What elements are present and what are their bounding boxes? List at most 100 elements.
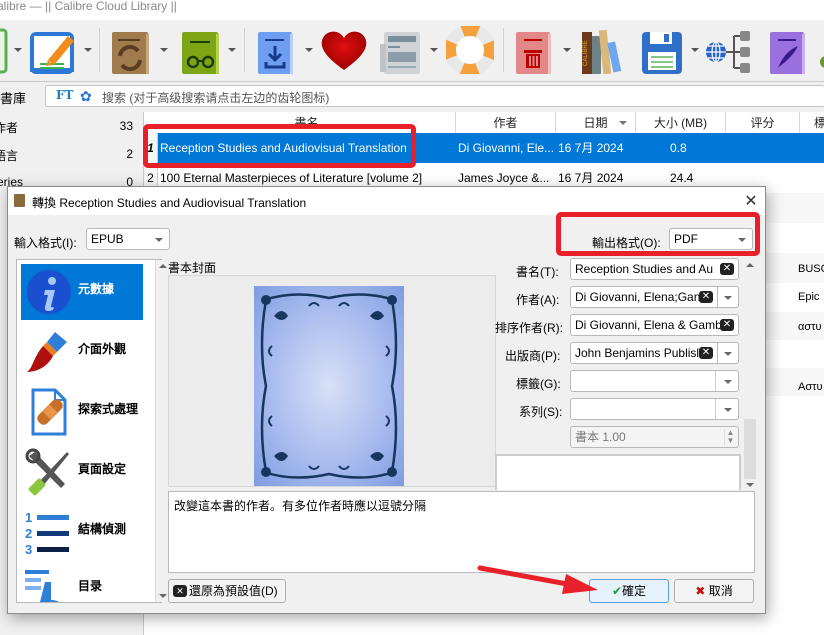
column-header-author[interactable]: 作者 <box>456 112 556 134</box>
clear-icon[interactable]: ✕ <box>720 319 734 331</box>
series-index-spinbox[interactable]: 書本 1.00 ▲ ▼ <box>570 426 739 448</box>
publisher-dropdown-button[interactable] <box>717 342 739 364</box>
tools-icon <box>25 448 73 496</box>
toc-icon <box>25 568 73 602</box>
view-book-icon[interactable] <box>180 26 226 74</box>
toolbar-separator <box>99 28 100 72</box>
column-header-date-label: 日期 <box>583 116 608 130</box>
edit-metadata-icon[interactable] <box>30 26 76 74</box>
book-cover-image[interactable] <box>254 286 404 486</box>
cell-date: 16 7月 2024 <box>558 141 624 155</box>
dialog-title: 轉換 Reception Studies and Audiovisual Tra… <box>32 196 307 210</box>
tweak-icon[interactable] <box>818 26 824 74</box>
cell-tags: Αστυ <box>798 381 823 393</box>
save-to-disk-dropdown[interactable] <box>691 48 699 52</box>
annotation-arrow-icon <box>477 565 598 594</box>
nav-scrollbar[interactable] <box>155 260 169 602</box>
column-header-tags[interactable]: 標 <box>800 112 824 134</box>
conversion-sections-list: 元數據 介面外觀 探索式處理 頁面設定 123 結構偵測 目录 <box>16 259 169 603</box>
library-icon[interactable]: CALIBRE <box>580 26 626 75</box>
download-icon[interactable] <box>256 26 302 74</box>
cell-tags: Epic <box>798 291 820 303</box>
library-label: 書庫 <box>0 91 27 106</box>
view-book-dropdown[interactable] <box>228 48 236 52</box>
svg-text:CALIBRE: CALIBRE <box>583 40 589 66</box>
scroll-down-icon[interactable] <box>746 483 754 487</box>
cover-frame <box>168 275 496 487</box>
publisher-input[interactable]: John Benjamins Publisl ✕ <box>570 342 718 364</box>
toolbar-separator <box>503 28 504 72</box>
title-input[interactable]: Reception Studies and Au ✕ <box>570 258 739 280</box>
author-value: Di Giovanni, Elena;Gan <box>575 290 701 304</box>
help-description: 改變這本書的作者。有多位作者時應以逗號分隔 <box>168 491 755 573</box>
scroll-up-icon[interactable] <box>159 264 167 268</box>
comments-box[interactable] <box>495 454 741 490</box>
save-to-disk-icon[interactable] <box>640 26 686 74</box>
help-icon[interactable] <box>444 23 496 76</box>
input-format-select[interactable]: EPUB <box>86 228 170 250</box>
highlight-annotation <box>143 124 416 168</box>
series-index-value: 書本 1.00 <box>575 430 626 444</box>
close-icon[interactable]: ✕ <box>741 191 761 211</box>
nav-item-toc[interactable]: 目录 <box>21 564 143 602</box>
nav-item-metadata[interactable]: 元數據 <box>21 264 143 320</box>
cover-label: 書本封面 <box>168 261 217 275</box>
series-input[interactable] <box>570 398 739 420</box>
tag-category-authors[interactable]: 作者 33 <box>0 114 138 138</box>
chevron-down-icon[interactable] <box>724 380 732 384</box>
edit-book-icon[interactable] <box>768 26 814 74</box>
author-dropdown-button[interactable] <box>717 286 739 308</box>
spin-arrows-icon[interactable]: ▲ ▼ <box>724 429 736 445</box>
author-sort-label: 排序作者(R): <box>495 321 563 335</box>
author-input[interactable]: Di Giovanni, Elena;Gan ✕ <box>570 286 718 308</box>
cell-size: 0.8 <box>670 141 687 155</box>
cancel-button[interactable]: ✖ 取消 <box>674 579 754 603</box>
add-book-icon[interactable] <box>0 26 12 74</box>
clear-icon[interactable]: ✕ <box>720 263 734 275</box>
remove-books-icon[interactable] <box>514 26 560 74</box>
nav-item-label: 介面外觀 <box>78 342 127 356</box>
news-icon[interactable] <box>378 26 424 74</box>
heart-icon[interactable] <box>319 26 367 74</box>
add-book-dropdown[interactable] <box>14 48 22 52</box>
chevron-down-icon <box>155 238 163 242</box>
search-input[interactable]: FT ✿ 搜索 (对于高级搜索请点击左边的齿轮图标) <box>45 85 824 107</box>
main-toolbar: CALIBRE <box>0 20 824 82</box>
nav-item-look-and-feel[interactable]: 介面外觀 <box>21 324 143 380</box>
ok-label: 確定 <box>622 584 647 598</box>
numbered-list-icon: 123 <box>25 508 73 557</box>
clear-icon[interactable]: ✕ <box>699 291 713 303</box>
input-format-label: 輸入格式(I): <box>14 236 77 250</box>
connect-share-icon[interactable] <box>704 26 750 74</box>
restore-defaults-button[interactable]: ✕ 還原為預設值(D) <box>168 579 286 603</box>
cancel-label: 取消 <box>708 584 733 598</box>
remove-books-dropdown[interactable] <box>563 48 571 52</box>
convert-books-dropdown[interactable] <box>160 48 168 52</box>
scroll-up-icon[interactable] <box>746 263 754 267</box>
title-label: 書名(T): <box>516 265 559 279</box>
chevron-down-icon[interactable] <box>724 408 732 412</box>
scrollbar-thumb[interactable] <box>744 419 756 479</box>
tags-input[interactable] <box>570 370 739 392</box>
category-label: 語言 <box>0 149 19 163</box>
nav-item-structure-detection[interactable]: 123 結構偵測 <box>21 504 143 560</box>
column-header-date[interactable]: 日期 <box>556 112 636 134</box>
gear-icon[interactable]: ✿ <box>80 88 92 105</box>
clear-icon[interactable]: ✕ <box>699 347 713 359</box>
column-header-size[interactable]: 大小 (MB) <box>636 112 726 134</box>
nav-item-label: 元數據 <box>78 282 115 296</box>
convert-icon <box>14 194 25 207</box>
tag-category-languages[interactable]: 語言 2 <box>0 142 138 166</box>
download-dropdown[interactable] <box>305 48 313 52</box>
scroll-down-icon[interactable] <box>159 594 167 598</box>
news-dropdown[interactable] <box>430 48 438 52</box>
edit-metadata-dropdown[interactable] <box>84 48 92 52</box>
metadata-scrollbar[interactable] <box>743 259 757 491</box>
convert-books-icon[interactable] <box>110 26 156 74</box>
input-format-value: EPUB <box>91 232 124 246</box>
nav-item-heuristics[interactable]: 探索式處理 <box>21 384 143 440</box>
full-text-search-icon[interactable]: FT <box>56 88 73 102</box>
author-sort-input[interactable]: Di Giovanni, Elena & Gamb ✕ <box>570 314 739 336</box>
column-header-rating[interactable]: 评分 <box>726 112 800 134</box>
nav-item-page-setup[interactable]: 頁面設定 <box>21 444 143 500</box>
